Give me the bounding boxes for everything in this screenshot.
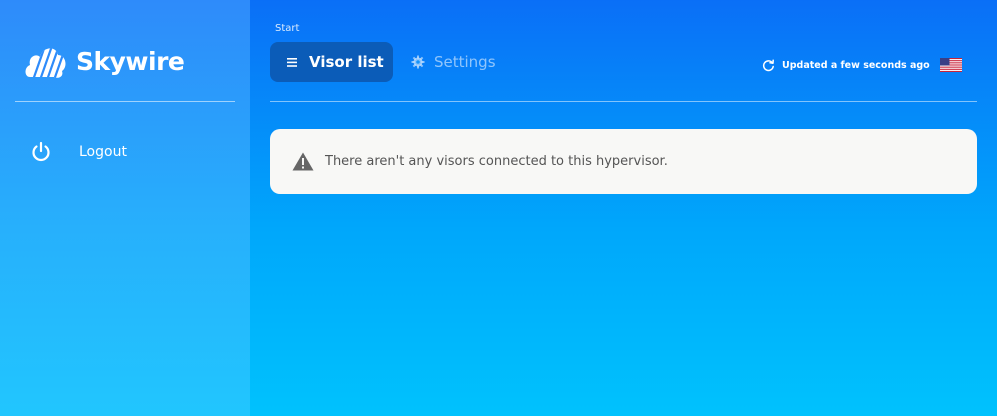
tab-settings[interactable]: Settings — [411, 42, 496, 82]
tab-label: Visor list — [309, 53, 384, 71]
refresh-icon — [762, 58, 774, 71]
power-icon — [32, 141, 50, 162]
tab-label: Settings — [434, 53, 496, 71]
updated-text: Updated a few seconds ago — [782, 59, 930, 71]
refresh-status[interactable]: Updated a few seconds ago — [762, 57, 930, 73]
us-flag-icon[interactable] — [940, 58, 962, 72]
alert-message: There aren't any visors connected to thi… — [325, 154, 668, 169]
sidebar-divider — [15, 101, 235, 102]
gear-icon — [411, 55, 425, 69]
list-icon — [287, 57, 297, 67]
sidebar: Skywire Logout — [0, 0, 250, 416]
empty-state-alert: There aren't any visors connected to thi… — [270, 129, 977, 194]
breadcrumb[interactable]: Start — [275, 23, 299, 34]
header-divider — [270, 101, 977, 102]
warning-icon — [292, 152, 314, 171]
app-name: Skywire — [76, 46, 185, 76]
cloud-logo-icon — [25, 48, 66, 78]
tab-visor-list[interactable]: Visor list — [270, 42, 393, 82]
sidebar-item-logout[interactable]: Logout — [30, 138, 230, 166]
sidebar-item-label: Logout — [79, 144, 127, 160]
skywire-logo[interactable]: Skywire — [24, 38, 185, 84]
